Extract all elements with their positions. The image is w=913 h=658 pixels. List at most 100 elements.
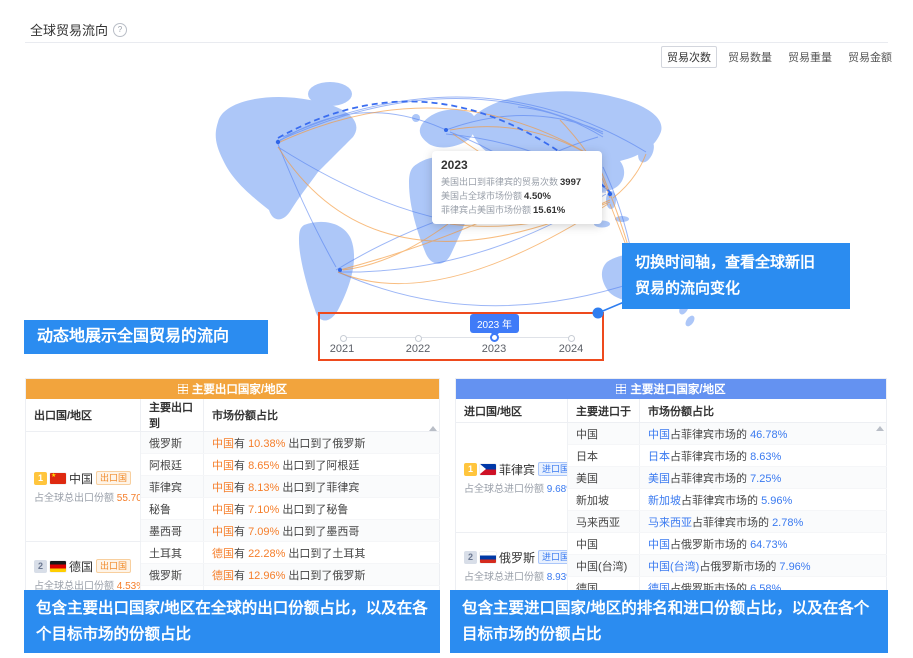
tooltip-value: 15.61% bbox=[533, 205, 565, 216]
timeline-handle[interactable] bbox=[490, 333, 499, 342]
share-text: 中国有 7.10% 出口到了秘鲁 bbox=[204, 498, 440, 520]
share-src: 德国 bbox=[212, 548, 234, 560]
scroll-up-icon[interactable] bbox=[429, 426, 437, 431]
country-name: 德国 bbox=[69, 558, 93, 575]
page-title-text: 全球贸易流向 bbox=[30, 20, 108, 39]
metric-toolbar: 贸易次数 贸易数量 贸易重量 贸易金额 bbox=[661, 46, 897, 68]
share-pct: 8.65% bbox=[248, 460, 279, 472]
metric-trade-quantity-button[interactable]: 贸易数量 bbox=[723, 46, 777, 68]
share-mid: 占俄罗斯市场的 bbox=[699, 561, 779, 573]
share-mid: 占菲律宾市场的 bbox=[670, 429, 750, 441]
share-tail: 出口到了土耳其 bbox=[285, 548, 365, 560]
share-tail: 出口到了阿根廷 bbox=[279, 460, 359, 472]
share-pct: 7.10% bbox=[248, 504, 279, 516]
share-src: 新加坡 bbox=[648, 495, 681, 507]
dest-country: 俄罗斯 bbox=[141, 432, 204, 454]
scroll-up-icon[interactable] bbox=[876, 426, 884, 431]
metric-trade-count-button[interactable]: 贸易次数 bbox=[661, 46, 717, 68]
share-text: 中国有 8.13% 出口到了菲律宾 bbox=[204, 476, 440, 498]
tooltip-line: 菲律宾占美国市场份额15.61% bbox=[441, 204, 593, 218]
share-src: 中国 bbox=[212, 460, 234, 472]
share-tail: 出口到了墨西哥 bbox=[279, 526, 359, 538]
col-import-src: 主要进口于 bbox=[568, 399, 640, 423]
src-country: 美国 bbox=[568, 467, 640, 489]
rank-badge: 1 bbox=[464, 463, 477, 476]
col-import-country: 进口国/地区 bbox=[456, 399, 568, 423]
share-text: 美国占菲律宾市场的 7.25% bbox=[640, 467, 887, 489]
share-text: 中国占菲律宾市场的 46.78% bbox=[640, 423, 887, 445]
export-table: 主要出口国家/地区 出口国/地区 主要出口到 市场份额占比 1中国出口国 占全球… bbox=[25, 378, 440, 608]
importer-badge: 进口国 bbox=[538, 462, 567, 476]
country-name: 中国 bbox=[69, 470, 93, 487]
share-pct: 7.09% bbox=[248, 526, 279, 538]
metric-trade-weight-button[interactable]: 贸易重量 bbox=[783, 46, 837, 68]
timeline-year-label: 2024 bbox=[559, 343, 583, 355]
global-trade-flow-panel: 全球贸易流向 ? 贸易次数 贸易数量 贸易重量 贸易金额 bbox=[0, 0, 913, 658]
annotation-flow: 动态地展示全国贸易的流向 bbox=[24, 320, 268, 354]
share-mid: 有 bbox=[234, 504, 248, 516]
flag-russia-icon bbox=[480, 552, 496, 563]
export-table-title: 主要出口国家/地区 bbox=[192, 381, 287, 397]
col-export-share: 市场份额占比 bbox=[204, 399, 440, 432]
table-row: 1菲律宾进口国 占全球总进口份额 9.68% 中国 中国占菲律宾市场的 46.7… bbox=[456, 423, 887, 445]
share-mid: 有 bbox=[234, 526, 248, 538]
import-table-header: 主要进口国家/地区 bbox=[456, 379, 887, 400]
share-pct: 64.73% bbox=[750, 539, 787, 551]
rank-badge: 2 bbox=[464, 551, 477, 564]
dest-country: 墨西哥 bbox=[141, 520, 204, 542]
rank-badge: 2 bbox=[34, 560, 47, 573]
share-mid: 占菲律宾市场的 bbox=[692, 517, 772, 529]
timeline-selected-pill: 2023 年 bbox=[470, 314, 519, 333]
share-text: 新加坡占菲律宾市场的 5.96% bbox=[640, 489, 887, 511]
src-country: 中国(台湾) bbox=[568, 555, 640, 577]
share-src: 中国(台湾) bbox=[648, 561, 699, 573]
src-country: 中国 bbox=[568, 533, 640, 555]
exporter-group-china: 1中国出口国 占全球总出口份额 55.70% bbox=[26, 432, 141, 542]
share-text: 中国(台湾)占俄罗斯市场的 7.96% bbox=[640, 555, 887, 577]
dest-country: 菲律宾 bbox=[141, 476, 204, 498]
global-share-value: 8.93% bbox=[547, 572, 568, 583]
tooltip-label: 美国占全球市场份额 bbox=[441, 191, 522, 201]
timeline-track[interactable] bbox=[342, 337, 572, 338]
flag-china-icon bbox=[50, 473, 66, 484]
importer-group-russia: 2俄罗斯进口国 占全球总进口份额 8.93% bbox=[456, 533, 568, 599]
map-tooltip: 2023 美国出口到菲律宾的贸易次数3997 美国占全球市场份额4.50% 菲律… bbox=[432, 151, 602, 224]
share-src: 德国 bbox=[212, 570, 234, 582]
share-mid: 占菲律宾市场的 bbox=[670, 473, 750, 485]
tooltip-label: 美国出口到菲律宾的贸易次数 bbox=[441, 177, 558, 187]
share-pct: 7.96% bbox=[779, 561, 810, 573]
annotation-timeline-line1: 切换时间轴，查看全球新旧 bbox=[635, 250, 837, 276]
metric-trade-amount-button[interactable]: 贸易金额 bbox=[843, 46, 897, 68]
share-mid: 有 bbox=[234, 570, 248, 582]
share-mid: 有 bbox=[234, 548, 248, 560]
importer-badge: 进口国 bbox=[538, 550, 567, 564]
flag-germany-icon bbox=[50, 561, 66, 572]
exporter-badge: 出口国 bbox=[96, 559, 131, 573]
annotation-export-note: 包含主要出口国家/地区在全球的出口份额占比，以及在各个目标市场的份额占比 bbox=[24, 590, 440, 653]
src-country: 日本 bbox=[568, 445, 640, 467]
share-src: 中国 bbox=[212, 438, 234, 450]
share-pct: 22.28% bbox=[248, 548, 285, 560]
timeline-tick-dot[interactable] bbox=[415, 335, 422, 342]
share-mid: 有 bbox=[234, 460, 248, 472]
share-pct: 10.38% bbox=[248, 438, 285, 450]
timeline-tick-dot[interactable] bbox=[340, 335, 347, 342]
table-row: 2德国出口国 占全球总出口份额 4.53% 土耳其 德国有 22.28% 出口到… bbox=[26, 542, 440, 564]
global-share-value: 9.68% bbox=[547, 484, 568, 495]
col-export-country: 出口国/地区 bbox=[26, 399, 141, 432]
timeline-year-label: 2021 bbox=[330, 343, 354, 355]
share-tail: 出口到了俄罗斯 bbox=[285, 570, 365, 582]
share-mid: 有 bbox=[234, 482, 248, 494]
src-country: 新加坡 bbox=[568, 489, 640, 511]
timeline-tick-dot[interactable] bbox=[568, 335, 575, 342]
header-divider bbox=[25, 42, 888, 43]
share-pct: 8.63% bbox=[750, 451, 781, 463]
import-table-title: 主要进口国家/地区 bbox=[630, 381, 725, 397]
share-text: 德国有 12.96% 出口到了俄罗斯 bbox=[204, 564, 440, 586]
share-mid: 有 bbox=[234, 438, 248, 450]
share-src: 美国 bbox=[648, 473, 670, 485]
table-icon bbox=[178, 384, 188, 394]
info-icon[interactable]: ? bbox=[113, 23, 127, 37]
annotation-import-note: 包含主要进口国家/地区的排名和进口份额占比，以及在各个目标市场的份额占比 bbox=[450, 590, 888, 653]
country-name: 俄罗斯 bbox=[499, 549, 535, 566]
